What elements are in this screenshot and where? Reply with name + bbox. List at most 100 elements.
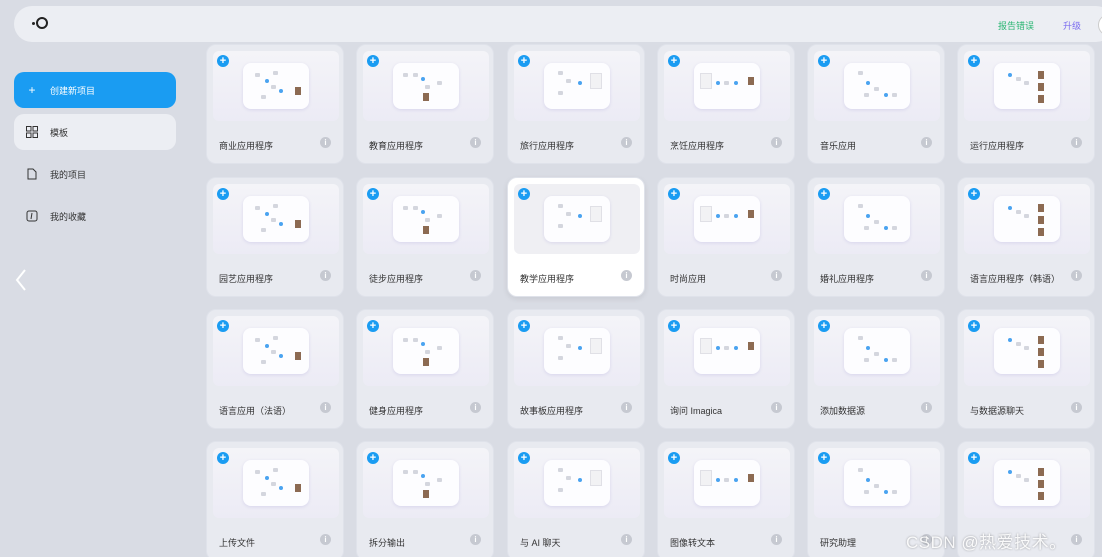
add-template-icon[interactable]: + xyxy=(518,452,530,464)
add-template-icon[interactable]: + xyxy=(217,188,229,200)
sidebar-item-label: 我的收藏 xyxy=(50,211,87,222)
info-icon[interactable]: i xyxy=(470,534,481,545)
app-logo[interactable] xyxy=(32,16,48,32)
info-icon[interactable]: i xyxy=(320,137,331,148)
add-template-icon[interactable]: + xyxy=(217,452,229,464)
add-template-icon[interactable]: + xyxy=(668,320,680,332)
template-title: 徒步应用程序 xyxy=(369,274,424,284)
template-card[interactable]: + 时尚应用 i xyxy=(657,177,795,297)
template-card[interactable]: + 运行应用程序 i xyxy=(957,44,1095,164)
template-thumbnail: + xyxy=(514,51,640,121)
add-template-icon[interactable]: + xyxy=(217,320,229,332)
add-template-icon[interactable]: + xyxy=(968,188,980,200)
template-card[interactable]: + 旅行应用程序 i xyxy=(507,44,645,164)
flow-preview xyxy=(844,328,910,374)
template-card[interactable]: + 徒步应用程序 i xyxy=(356,177,494,297)
add-template-icon[interactable]: + xyxy=(367,320,379,332)
template-card[interactable]: + 语言应用程序（韩语） i xyxy=(957,177,1095,297)
template-title: 旅行应用程序 xyxy=(520,141,575,151)
sidebar-item-my-favorites[interactable]: 我的收藏 xyxy=(14,198,176,234)
info-icon[interactable]: i xyxy=(921,402,932,413)
template-title: 询问 Imagica xyxy=(670,406,723,416)
info-icon[interactable]: i xyxy=(621,270,632,281)
template-title: 时尚应用 xyxy=(670,274,707,284)
template-card[interactable]: + 商业应用程序 i xyxy=(206,44,344,164)
info-icon[interactable]: i xyxy=(320,534,331,545)
info-icon[interactable]: i xyxy=(621,534,632,545)
add-template-icon[interactable]: + xyxy=(968,320,980,332)
add-template-icon[interactable]: + xyxy=(518,188,530,200)
upgrade-link[interactable]: 升级 xyxy=(1063,19,1081,32)
sidebar-item-create-project[interactable]: + 创建新项目 xyxy=(14,72,176,108)
template-card[interactable]: + 故事板应用程序 i xyxy=(507,309,645,429)
info-icon[interactable]: i xyxy=(470,402,481,413)
template-thumbnail: + xyxy=(664,51,790,121)
info-icon[interactable]: i xyxy=(771,270,782,281)
template-card[interactable]: + 与数据源聊天 i xyxy=(957,309,1095,429)
watermark: CSDN @热爱技术。 xyxy=(906,533,1067,552)
sidebar-item-label: 我的项目 xyxy=(50,169,87,180)
report-bug-link[interactable]: 报告错误 xyxy=(998,19,1034,32)
info-icon[interactable]: i xyxy=(921,270,932,281)
info-icon[interactable]: i xyxy=(921,137,932,148)
add-template-icon[interactable]: + xyxy=(818,320,830,332)
info-icon[interactable]: i xyxy=(771,402,782,413)
info-icon[interactable]: i xyxy=(621,137,632,148)
template-thumbnail: + xyxy=(664,184,790,254)
add-template-icon[interactable]: + xyxy=(668,452,680,464)
add-template-icon[interactable]: + xyxy=(367,55,379,67)
add-template-icon[interactable]: + xyxy=(668,188,680,200)
flow-preview xyxy=(544,196,610,242)
add-template-icon[interactable]: + xyxy=(968,55,980,67)
template-title: 与 AI 聊天 xyxy=(520,538,561,548)
sidebar-item-my-projects[interactable]: 我的项目 xyxy=(14,156,176,192)
template-card[interactable]: + 婚礼应用程序 i xyxy=(807,177,945,297)
template-card[interactable]: + 拆分输出 i xyxy=(356,441,494,557)
info-icon[interactable]: i xyxy=(771,137,782,148)
template-title: 研究助理 xyxy=(820,538,857,548)
flow-preview xyxy=(544,63,610,109)
template-card[interactable]: + 图像转文本 i xyxy=(657,441,795,557)
add-template-icon[interactable]: + xyxy=(818,188,830,200)
info-icon[interactable]: i xyxy=(320,270,331,281)
template-card[interactable]: + 与 AI 聊天 i xyxy=(507,441,645,557)
template-card[interactable]: + 添加数据源 i xyxy=(807,309,945,429)
template-card[interactable]: + 询问 Imagica i xyxy=(657,309,795,429)
template-card[interactable]: + 上传文件 i xyxy=(206,441,344,557)
template-thumbnail: + xyxy=(664,448,790,518)
sidebar-item-templates[interactable]: 模板 xyxy=(14,114,176,150)
chevron-left-icon[interactable] xyxy=(14,268,28,292)
template-card[interactable]: + 教学应用程序 i xyxy=(507,177,645,297)
template-card[interactable]: + 教育应用程序 i xyxy=(356,44,494,164)
add-template-icon[interactable]: + xyxy=(518,55,530,67)
info-icon[interactable]: i xyxy=(470,270,481,281)
add-template-icon[interactable]: + xyxy=(818,55,830,67)
add-template-icon[interactable]: + xyxy=(818,452,830,464)
add-template-icon[interactable]: + xyxy=(518,320,530,332)
add-template-icon[interactable]: + xyxy=(217,55,229,67)
top-bar: 报告错误 升级 xyxy=(14,6,1102,42)
flow-preview xyxy=(544,328,610,374)
template-card[interactable]: + 园艺应用程序 i xyxy=(206,177,344,297)
info-icon[interactable]: i xyxy=(1071,534,1082,545)
template-card[interactable]: + 语言应用（法语） i xyxy=(206,309,344,429)
add-template-icon[interactable]: + xyxy=(367,452,379,464)
template-card[interactable]: + 健身应用程序 i xyxy=(356,309,494,429)
info-icon[interactable]: i xyxy=(320,402,331,413)
add-template-icon[interactable]: + xyxy=(367,188,379,200)
info-icon[interactable]: i xyxy=(470,137,481,148)
info-icon[interactable]: i xyxy=(621,402,632,413)
info-icon[interactable]: i xyxy=(1071,402,1082,413)
info-icon[interactable]: i xyxy=(1071,270,1082,281)
template-thumbnail: + xyxy=(213,184,339,254)
info-icon[interactable]: i xyxy=(1071,137,1082,148)
template-title: 教学应用程序 xyxy=(520,274,575,284)
template-card[interactable]: + 烹饪应用程序 i xyxy=(657,44,795,164)
template-card[interactable]: + 音乐应用 i xyxy=(807,44,945,164)
info-icon[interactable]: i xyxy=(771,534,782,545)
add-template-icon[interactable]: + xyxy=(968,452,980,464)
avatar[interactable] xyxy=(1098,14,1102,36)
add-template-icon[interactable]: + xyxy=(668,55,680,67)
flow-preview xyxy=(243,328,309,374)
flow-preview xyxy=(393,63,459,109)
